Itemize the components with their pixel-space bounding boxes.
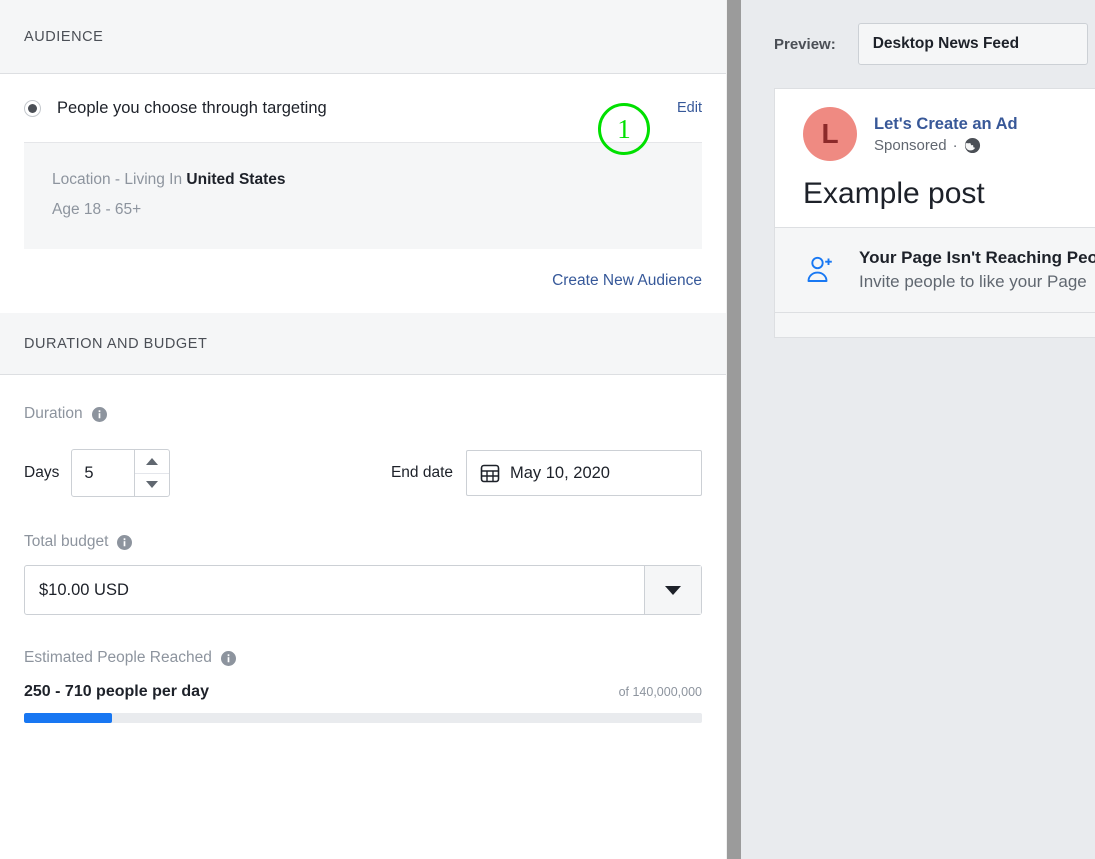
- ad-sponsored-label: Sponsored: [874, 137, 947, 154]
- estimated-reach-bar-fill: [24, 713, 112, 723]
- days-increment-button[interactable]: [135, 450, 169, 474]
- days-stepper-arrows: [134, 450, 169, 496]
- chevron-down-icon: [665, 586, 681, 595]
- days-stepper[interactable]: 5: [71, 449, 170, 497]
- end-date-group: End date May 10, 2020: [391, 450, 702, 496]
- estimated-reach-row: 250 - 710 people per day of 140,000,000: [24, 683, 702, 701]
- total-budget-select[interactable]: $10.00 USD: [24, 565, 702, 615]
- total-budget-label-row: Total budget: [24, 533, 702, 551]
- estimated-reach-label: Estimated People Reached: [24, 649, 212, 667]
- annotation-marker-1: 1: [598, 103, 650, 155]
- ad-attachment-subtitle: Invite people to like your Page: [859, 272, 1095, 292]
- audience-detail-age: Age 18 - 65+: [52, 195, 674, 225]
- radio-label-people-you-choose: People you choose through targeting: [57, 99, 327, 118]
- info-icon[interactable]: [117, 535, 132, 550]
- ad-attachment-text: Your Page Isn't Reaching People Invite p…: [859, 248, 1095, 292]
- info-icon[interactable]: [92, 407, 107, 422]
- edit-audience-link[interactable]: Edit: [677, 100, 702, 116]
- estimated-reach-value: 250 - 710 people per day: [24, 683, 209, 701]
- invite-person-icon: [803, 252, 839, 288]
- preview-placement-value: Desktop News Feed: [873, 35, 1019, 53]
- chevron-up-icon: [146, 458, 158, 465]
- preview-placement-select[interactable]: Desktop News Feed: [858, 23, 1088, 65]
- audience-summary-box: Location - Living In United States Age 1…: [24, 143, 702, 249]
- ad-post-text: Example post: [775, 167, 1095, 227]
- create-new-audience-link[interactable]: Create New Audience: [552, 272, 702, 290]
- duration-field-label: Duration: [24, 405, 83, 423]
- duration-field-label-row: Duration: [24, 405, 702, 423]
- preview-label: Preview:: [774, 36, 836, 53]
- radio-selected-dot: [28, 104, 37, 113]
- estimated-reach-label-row: Estimated People Reached: [24, 649, 702, 667]
- audience-location-prefix: Location - Living In: [52, 171, 186, 188]
- end-date-input[interactable]: May 10, 2020: [466, 450, 702, 496]
- create-new-audience-row: Create New Audience: [24, 249, 702, 313]
- avatar: L: [803, 107, 857, 161]
- left-panel-scrollbar[interactable]: [726, 0, 741, 859]
- dot-separator: ·: [953, 137, 958, 154]
- audience-location-value: United States: [186, 171, 285, 188]
- budget-section-header: DURATION AND BUDGET: [0, 313, 726, 375]
- globe-icon: [964, 137, 981, 154]
- ad-create-screen: AUDIENCE People you choose through targe…: [0, 0, 1095, 859]
- audience-section-header: AUDIENCE: [0, 0, 726, 74]
- total-budget-value: $10.00 USD: [25, 566, 644, 614]
- ad-page-name[interactable]: Let's Create an Ad: [874, 115, 1018, 134]
- ad-attachment-title: Your Page Isn't Reaching People: [859, 248, 1095, 268]
- audience-row-actions: Edit: [677, 100, 702, 116]
- days-decrement-button[interactable]: [135, 474, 169, 497]
- estimated-reach-total: of 140,000,000: [619, 685, 702, 699]
- duration-controls-row: Days 5 End date: [24, 449, 702, 497]
- end-date-value: May 10, 2020: [510, 464, 610, 483]
- days-input[interactable]: 5: [72, 450, 134, 496]
- ad-card-footer: [775, 313, 1095, 337]
- info-icon[interactable]: [221, 651, 236, 666]
- preview-toolbar: Preview: Desktop News Feed: [741, 0, 1095, 88]
- ad-attachment[interactable]: Your Page Isn't Reaching People Invite p…: [775, 227, 1095, 313]
- total-budget-label: Total budget: [24, 533, 108, 551]
- end-date-label: End date: [391, 464, 453, 482]
- left-settings-panel: AUDIENCE People you choose through targe…: [0, 0, 726, 859]
- total-budget-dropdown-button[interactable]: [644, 566, 701, 614]
- calendar-icon: [479, 462, 501, 484]
- ad-preview-pane: Preview: Desktop News Feed L Let's Creat…: [741, 0, 1095, 859]
- ad-sponsored-row: Sponsored ·: [874, 137, 1018, 154]
- budget-section-body: Duration Days 5: [0, 375, 726, 723]
- scrollbar-thumb[interactable]: [727, 0, 741, 859]
- audience-detail-location: Location - Living In United States: [52, 165, 674, 195]
- budget-section-title: DURATION AND BUDGET: [24, 336, 207, 352]
- estimated-reach-bar: [24, 713, 702, 723]
- ad-preview-card: L Let's Create an Ad Sponsored ·: [774, 88, 1095, 338]
- ad-card-header-text: Let's Create an Ad Sponsored ·: [874, 115, 1018, 154]
- radio-people-you-choose[interactable]: [24, 100, 41, 117]
- audience-age-prefix: Age: [52, 201, 84, 218]
- audience-section-title: AUDIENCE: [24, 29, 103, 45]
- chevron-down-icon: [146, 481, 158, 488]
- ad-card-header: L Let's Create an Ad Sponsored ·: [775, 89, 1095, 167]
- audience-age-value: 18 - 65+: [84, 201, 141, 218]
- days-label: Days: [24, 464, 59, 482]
